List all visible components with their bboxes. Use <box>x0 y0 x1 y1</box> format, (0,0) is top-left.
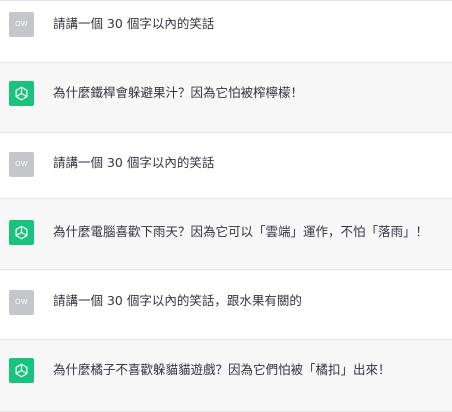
user-message-row: OW 請講一個 30 個字以內的笑話 <box>0 133 452 199</box>
assistant-message-text: 為什麼橘子不喜歡躲貓貓遊戲？因為它們怕被「橘扣」出來！ <box>53 362 391 377</box>
openai-logo-icon <box>9 358 34 383</box>
user-message-row: OW 請講一個 30 個字以內的笑話，跟水果有關的 <box>0 270 452 340</box>
assistant-message-row: 為什麼鐵桿會躲避果汁？因為它怕被榨檸檬！ <box>0 63 452 133</box>
user-message-text: 請講一個 30 個字以內的笑話 <box>53 16 215 31</box>
user-avatar: OW <box>9 152 34 177</box>
user-avatar: OW <box>9 290 34 315</box>
assistant-message-text: 為什麼電腦喜歡下雨天？因為它可以「雲端」運作，不怕「落雨」！ <box>53 224 429 239</box>
user-message-text: 請講一個 30 個字以內的笑話 <box>53 155 215 170</box>
chat-thread: OW 請講一個 30 個字以內的笑話 為什麼鐵桿會躲避果汁？因為它怕被榨檸檬！ … <box>0 0 452 412</box>
assistant-message-row: 為什麼橘子不喜歡躲貓貓遊戲？因為它們怕被「橘扣」出來！ <box>0 340 452 412</box>
openai-logo-icon <box>9 220 34 245</box>
assistant-message-row: 為什麼電腦喜歡下雨天？因為它可以「雲端」運作，不怕「落雨」！ <box>0 199 452 270</box>
assistant-message-text: 為什麼鐵桿會躲避果汁？因為它怕被榨檸檬！ <box>53 85 304 100</box>
user-avatar: OW <box>9 12 34 37</box>
openai-logo-icon <box>9 81 34 106</box>
user-message-row: OW 請講一個 30 個字以內的笑話 <box>0 1 452 63</box>
user-message-text: 請講一個 30 個字以內的笑話，跟水果有關的 <box>53 293 302 308</box>
